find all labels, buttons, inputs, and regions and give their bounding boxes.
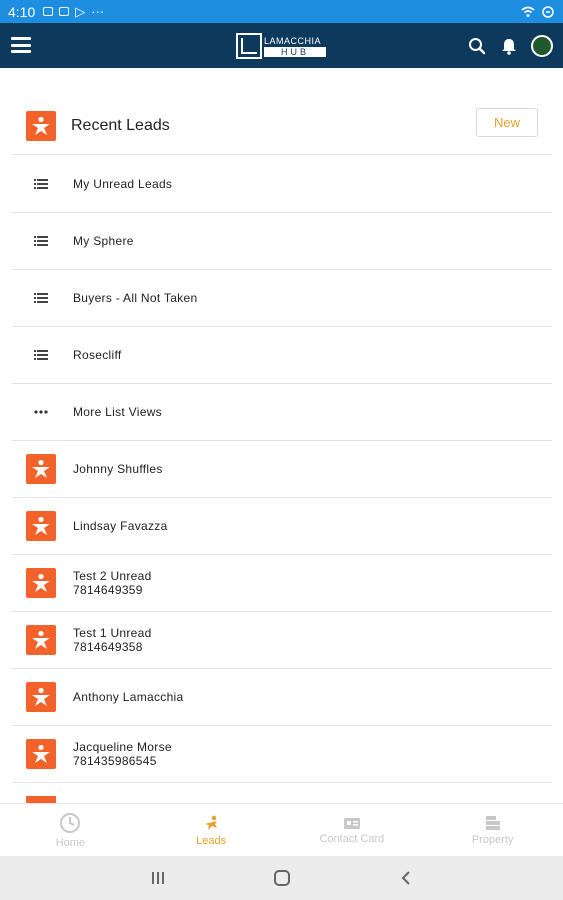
more-icon <box>26 410 56 414</box>
list-view-label: My Sphere <box>73 234 134 248</box>
search-icon[interactable] <box>467 36 487 56</box>
app-header: LAMACCHIA HUB <box>0 23 563 68</box>
nav-label: Contact Card <box>319 832 385 845</box>
clock-icon <box>60 812 81 833</box>
list-view-item[interactable]: Buyers - All Not Taken <box>12 270 552 327</box>
status-bar: 4:10 ▷ ··· <box>0 0 563 23</box>
lead-name: Test 2 Unread <box>73 569 152 583</box>
list-view-label: My Unread Leads <box>73 177 173 191</box>
lead-star-icon <box>26 110 56 141</box>
wifi-icon <box>521 6 535 17</box>
play-notification-icon: ▷ <box>75 3 86 19</box>
status-time: 4:10 <box>8 3 36 20</box>
list-icon <box>26 236 56 246</box>
status-notification-icons: ▷ ··· <box>43 4 104 20</box>
logo-sub: HUB <box>264 46 326 57</box>
app-logo: LAMACCHIA HUB <box>236 32 328 60</box>
bell-icon[interactable] <box>499 36 519 56</box>
list-icon <box>26 350 56 360</box>
message-notification-icon <box>59 7 70 16</box>
lead-name: Johnny Shuffles <box>73 462 163 476</box>
page-title: Recent Leads <box>71 116 170 134</box>
list-view-item[interactable]: Rosecliff <box>12 327 552 384</box>
nav-label: Leads <box>196 834 227 847</box>
list-view-label: Rosecliff <box>73 348 122 362</box>
contact-card-icon <box>343 817 360 829</box>
list-view-label: More List Views <box>73 405 162 419</box>
back-button-icon[interactable] <box>396 868 416 888</box>
logo-name: LAMACCHIA <box>264 35 322 46</box>
lead-phone: 781435986545 <box>73 754 157 768</box>
more-notifications-icon: ··· <box>91 4 105 19</box>
bottom-nav: Home Leads Contact Card Property <box>0 803 563 856</box>
leads-icon <box>205 815 218 830</box>
nav-label: Home <box>55 836 86 849</box>
list-icon <box>26 293 56 303</box>
battery-icon <box>542 5 554 18</box>
lead-phone: 7814649358 <box>73 640 143 654</box>
list-icon <box>26 179 56 189</box>
logo-mark-icon <box>236 33 262 59</box>
status-system-icons <box>521 5 555 18</box>
nav-contact-card[interactable]: Contact Card <box>282 804 423 856</box>
lead-name: Test 1 Unread <box>73 626 152 640</box>
lead-star-icon <box>26 682 56 712</box>
list-view-item[interactable]: My Unread Leads <box>12 156 552 213</box>
nav-label: Property <box>471 833 514 846</box>
lead-phone: 7814649359 <box>73 583 143 597</box>
system-navigation-bar <box>0 856 563 900</box>
lead-row[interactable]: Johnny Shuffles <box>12 441 552 498</box>
hamburger-menu-icon[interactable] <box>11 37 31 53</box>
list-header: Recent Leads New <box>12 97 552 155</box>
recent-apps-icon[interactable] <box>148 868 168 888</box>
lead-row[interactable]: Anthony Lamacchia <box>12 669 552 726</box>
list-view-item[interactable]: My Sphere <box>12 213 552 270</box>
image-notification-icon <box>43 7 54 16</box>
nav-leads[interactable]: Leads <box>141 804 282 856</box>
lead-star-icon <box>26 568 56 598</box>
lead-row[interactable]: Jacqueline Morse 781435986545 <box>12 726 552 783</box>
more-list-views-item[interactable]: More List Views <box>12 384 552 441</box>
lead-star-icon <box>26 454 56 484</box>
home-button-icon[interactable] <box>272 868 292 888</box>
leads-list: My Unread Leads My Sphere Buyers - All N… <box>12 156 552 783</box>
lead-star-icon <box>26 511 56 541</box>
avatar[interactable] <box>531 35 553 57</box>
lead-star-icon <box>26 625 56 655</box>
new-lead-button[interactable]: New <box>476 108 538 137</box>
nav-property[interactable]: Property <box>422 804 563 856</box>
lead-star-icon <box>26 739 56 769</box>
nav-home[interactable]: Home <box>0 804 141 856</box>
lead-row[interactable]: Test 2 Unread 7814649359 <box>12 555 552 612</box>
list-view-label: Buyers - All Not Taken <box>73 291 198 305</box>
lead-name: Jacqueline Morse <box>73 740 172 754</box>
lead-row[interactable]: Lindsay Favazza <box>12 498 552 555</box>
lead-name: Anthony Lamacchia <box>73 690 184 704</box>
property-icon <box>485 815 500 830</box>
lead-name: Lindsay Favazza <box>73 519 168 533</box>
lead-row[interactable]: Test 1 Unread 7814649358 <box>12 612 552 669</box>
